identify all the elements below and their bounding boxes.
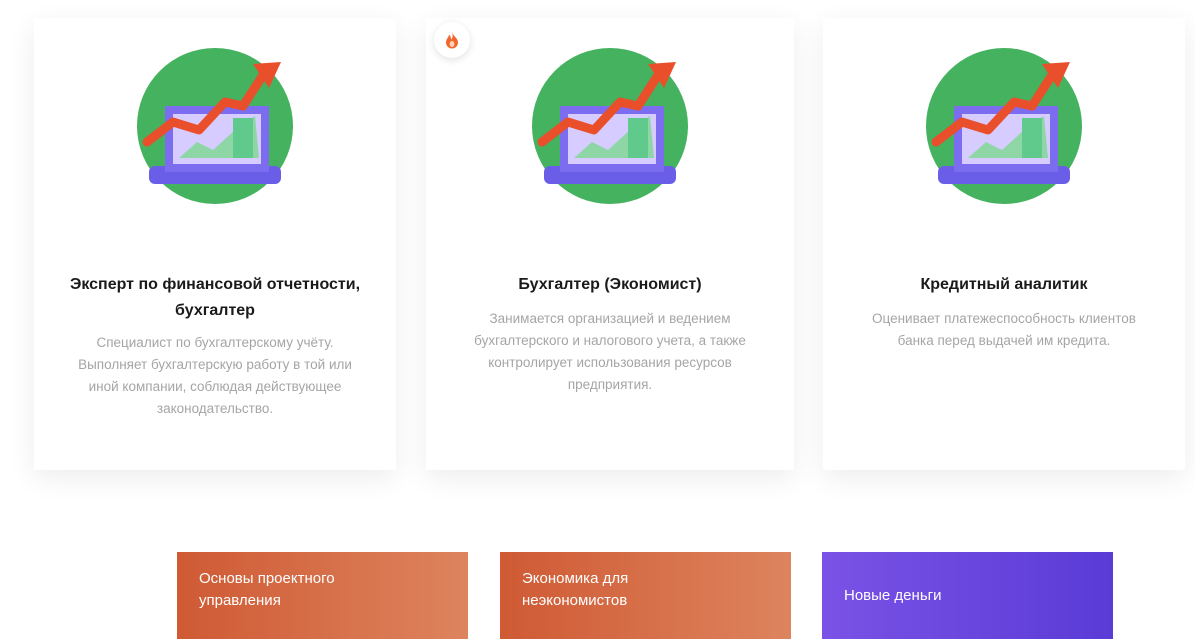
profession-card[interactable]: Эксперт по финансовой отчетности, бухгал… xyxy=(34,18,396,470)
growth-chart-laptop-icon xyxy=(530,46,690,206)
profession-description: Специалист по бухгалтерскому учёту. Выпо… xyxy=(78,335,352,416)
fire-icon xyxy=(434,22,470,58)
profession-description: Занимается организацией и ведением бухга… xyxy=(474,311,746,392)
course-card-project-management[interactable]: Основы проектного управления xyxy=(177,552,468,639)
profession-card[interactable]: Бухгалтер (Экономист) Занимается организ… xyxy=(426,18,794,470)
growth-chart-laptop-icon xyxy=(135,46,295,206)
profession-title: Эксперт по финансовой отчетности, бухгал… xyxy=(69,276,361,319)
profession-description: Оценивает платежеспособность клиентов ба… xyxy=(872,311,1136,348)
course-label: Основы проектного управления xyxy=(199,570,335,609)
profession-card[interactable]: Кредитный аналитик Оценивает платежеспос… xyxy=(823,18,1185,470)
growth-chart-laptop-icon xyxy=(924,46,1084,206)
profession-title: Кредитный аналитик xyxy=(920,276,1088,293)
course-card-new-money[interactable]: Новые деньги xyxy=(822,552,1113,639)
course-label: Новые деньги xyxy=(844,586,942,604)
profession-title: Бухгалтер (Экономист) xyxy=(518,276,702,293)
course-card-economics[interactable]: Экономика для неэкономистов xyxy=(500,552,791,639)
course-label: Экономика для неэкономистов xyxy=(522,570,629,609)
